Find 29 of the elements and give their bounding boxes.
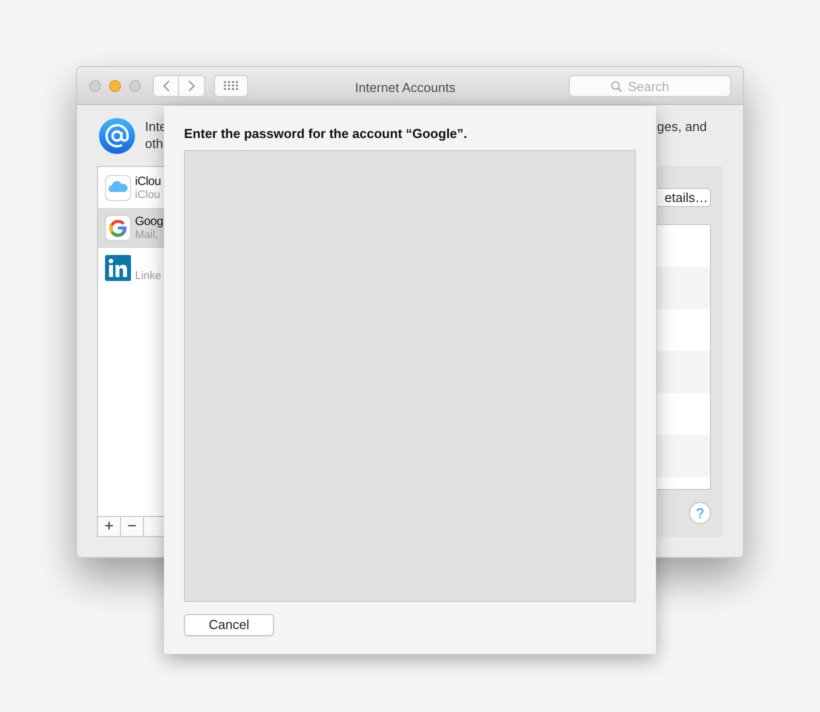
- forward-button[interactable]: [179, 74, 205, 96]
- search-field[interactable]: Search: [569, 75, 731, 97]
- details-button[interactable]: etails…: [657, 188, 711, 207]
- account-name: iClou: [135, 174, 161, 189]
- account-detail: iClou: [135, 189, 161, 202]
- zoom-button[interactable]: [129, 80, 141, 92]
- window-title: Internet Accounts: [355, 79, 456, 97]
- account-row[interactable]: Goog Mail,: [98, 208, 165, 248]
- cancel-button[interactable]: Cancel: [184, 614, 274, 636]
- minimize-button[interactable]: [109, 80, 121, 92]
- show-all-button[interactable]: [214, 74, 248, 96]
- linkedin-icon: [105, 255, 131, 281]
- account-name: Goog: [135, 214, 164, 229]
- search-icon: [611, 80, 622, 92]
- remove-button[interactable]: −: [121, 517, 144, 536]
- chevron-right-icon: [188, 80, 195, 92]
- description-text: oth: [145, 135, 164, 152]
- cloud-icon: [105, 175, 131, 201]
- back-button[interactable]: [153, 74, 179, 96]
- chevron-left-icon: [162, 80, 170, 92]
- account-detail: Linke: [135, 270, 162, 282]
- close-button[interactable]: [89, 80, 101, 92]
- add-button[interactable]: +: [98, 517, 121, 536]
- account-detail: Mail,: [135, 229, 160, 242]
- google-g-icon: [105, 215, 131, 241]
- sheet-title: Enter the password for the account “Google”.: [184, 126, 468, 142]
- at-sign-icon: [99, 118, 135, 154]
- grid-icon: [224, 81, 238, 90]
- description-text: ges, and: [657, 118, 708, 135]
